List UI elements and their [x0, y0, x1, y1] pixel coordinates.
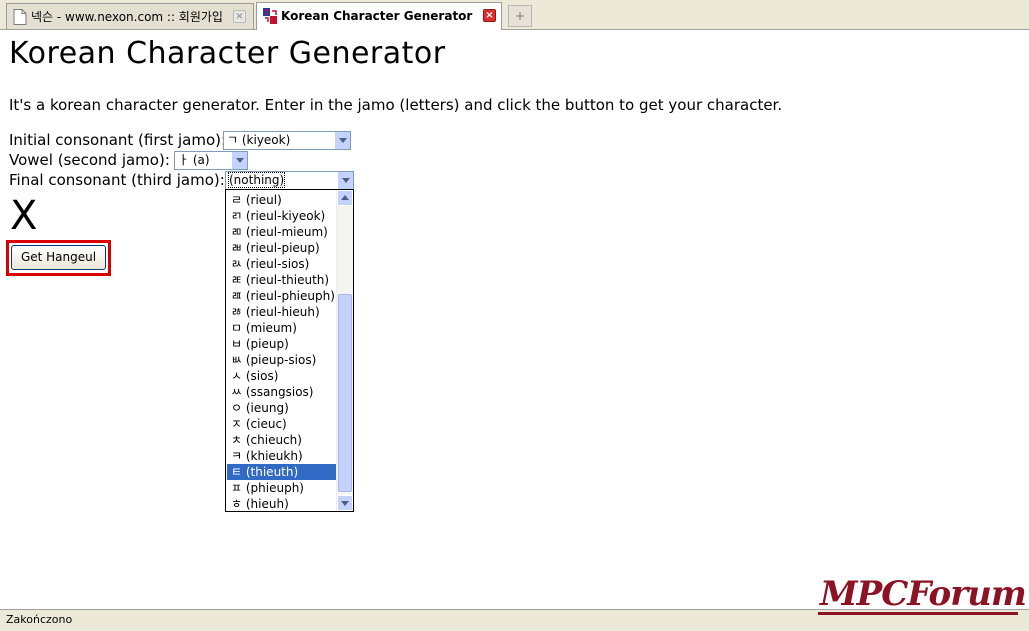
vowel-value: ㅏ (a): [178, 153, 210, 167]
site-favicon-icon: [263, 8, 277, 24]
vowel-select[interactable]: ㅏ (a): [174, 151, 248, 170]
dropdown-option[interactable]: ㅅ (sios): [227, 368, 337, 384]
tab-nexon[interactable]: 넥슨 - www.nexon.com :: 회원가입 ×: [6, 3, 254, 29]
dropdown-option[interactable]: ㅎ (hieuh): [227, 496, 337, 511]
dropdown-option[interactable]: ㅄ (pieup-sios): [227, 352, 337, 368]
initial-consonant-label: Initial consonant (first jamo):: [9, 131, 227, 149]
dropdown-option[interactable]: ㅀ (rieul-hieuh): [227, 304, 337, 320]
chevron-down-icon[interactable]: [334, 132, 350, 149]
dropdown-scrollbar[interactable]: [336, 190, 353, 511]
tab-bar: 넥슨 - www.nexon.com :: 회원가입 × Korean Char…: [0, 0, 1029, 30]
watermark-underline: [818, 612, 1018, 615]
final-consonant-dropdown-list[interactable]: ㄹ (rieul) ㄺ (rieul-kiyeok) ㄻ (rieul-mieu…: [225, 189, 354, 512]
chevron-down-icon[interactable]: [231, 152, 247, 169]
new-tab-button[interactable]: +: [508, 5, 532, 27]
dropdown-option-highlighted[interactable]: ㅌ (thieuth): [227, 464, 337, 480]
initial-consonant-value: ㄱ (kiyeok): [227, 133, 291, 147]
dropdown-option[interactable]: ㅋ (khieukh): [227, 448, 337, 464]
tab-label: 넥슨 - www.nexon.com :: 회원가입: [31, 10, 223, 24]
dropdown-option[interactable]: ㄺ (rieul-kiyeok): [227, 208, 337, 224]
tab-korean-generator[interactable]: Korean Character Generator ×: [256, 2, 502, 30]
dropdown-option[interactable]: ㄽ (rieul-sios): [227, 256, 337, 272]
close-tab-icon[interactable]: ×: [233, 10, 246, 23]
page-title: Korean Character Generator: [9, 36, 446, 71]
final-consonant-label: Final consonant (third jamo):: [9, 171, 225, 189]
dropdown-option[interactable]: ㅍ (phieuph): [227, 480, 337, 496]
chevron-down-icon[interactable]: [337, 172, 353, 189]
status-text: Zakończono: [6, 613, 73, 626]
dropdown-option[interactable]: ㅇ (ieung): [227, 400, 337, 416]
scrollbar-thumb[interactable]: [338, 294, 352, 492]
final-consonant-value: (nothing): [227, 172, 286, 188]
dropdown-option[interactable]: ㅆ (ssangsios): [227, 384, 337, 400]
intro-text: It's a korean character generator. Enter…: [9, 96, 783, 114]
dropdown-option[interactable]: ㅈ (cieuc): [227, 416, 337, 432]
result-character: X: [10, 193, 38, 239]
watermark-logo: MPCForum: [820, 574, 1027, 614]
tab-label: Korean Character Generator: [281, 9, 473, 23]
dropdown-option[interactable]: ㄼ (rieul-pieup): [227, 240, 337, 256]
final-consonant-select[interactable]: (nothing): [225, 171, 354, 190]
dropdown-option[interactable]: ㅂ (pieup): [227, 336, 337, 352]
get-hangeul-button[interactable]: Get Hangeul: [11, 245, 106, 270]
new-tab-icon: +: [514, 9, 526, 23]
vowel-label: Vowel (second jamo):: [9, 151, 170, 169]
initial-consonant-select[interactable]: ㄱ (kiyeok): [223, 131, 351, 150]
dropdown-option[interactable]: ㄹ (rieul): [227, 192, 337, 208]
dropdown-option[interactable]: ㅁ (mieum): [227, 320, 337, 336]
page-icon: [13, 9, 27, 25]
close-tab-icon[interactable]: ×: [483, 9, 496, 22]
scroll-up-icon[interactable]: [337, 190, 353, 206]
dropdown-option[interactable]: ㅊ (chieuch): [227, 432, 337, 448]
dropdown-option[interactable]: ㄻ (rieul-mieum): [227, 224, 337, 240]
dropdown-option[interactable]: ㄿ (rieul-phieuph): [227, 288, 337, 304]
dropdown-option[interactable]: ㄾ (rieul-thieuth): [227, 272, 337, 288]
scroll-down-icon[interactable]: [337, 495, 353, 511]
